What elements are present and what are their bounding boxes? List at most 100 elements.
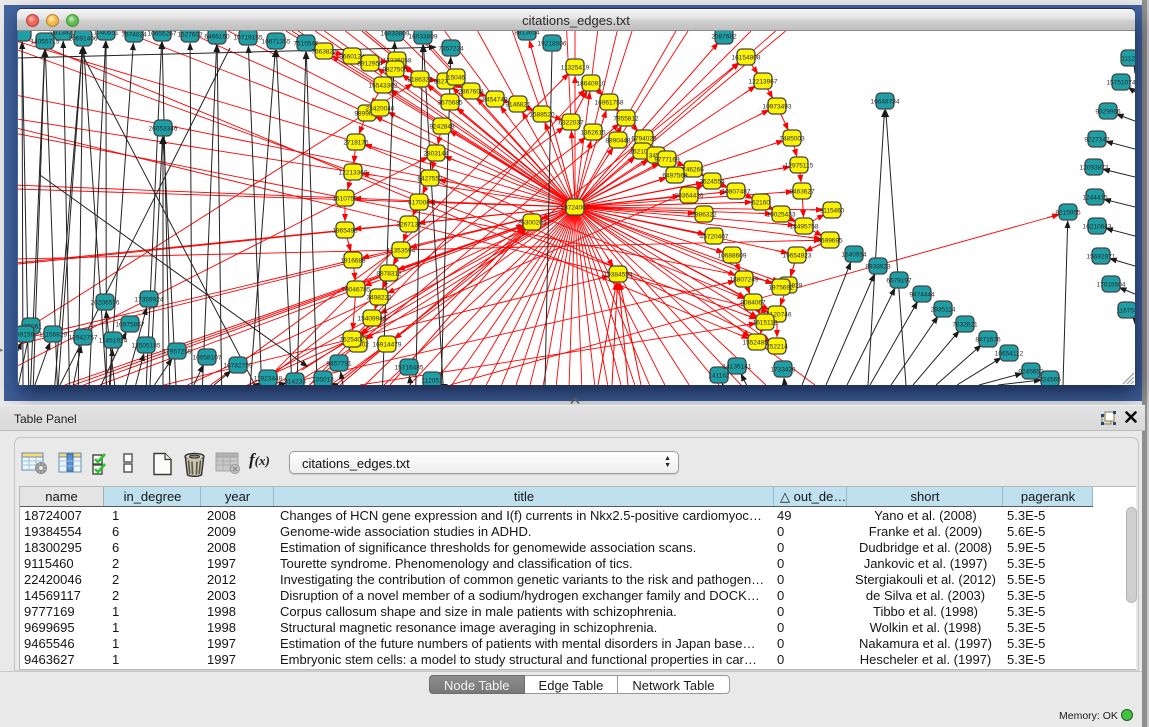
svg-text:1615112: 1615112 [753,319,778,326]
svg-text:25300203: 25300203 [518,219,547,226]
svg-text:7674024: 7674024 [121,31,147,38]
svg-text:10719155: 10719155 [234,34,263,41]
svg-text:18640910: 18640910 [577,80,606,87]
svg-text:15716485: 15716485 [395,364,424,371]
svg-text:12975115: 12975115 [785,162,814,169]
svg-text:10688609: 10688609 [718,252,747,259]
svg-text:9777169: 9777169 [654,156,680,163]
svg-text:6466160: 6466160 [204,33,230,40]
svg-text:914233: 914233 [284,378,306,385]
svg-text:7663822: 7663822 [311,48,337,55]
svg-text:8186323: 8186323 [407,76,433,83]
svg-text:16033809: 16033809 [409,33,438,40]
svg-text:12505185: 12505185 [132,342,161,349]
svg-text:16210643: 16210643 [1083,223,1112,230]
svg-text:7632621: 7632621 [952,321,978,328]
svg-text:3498222: 3498222 [366,294,392,301]
svg-text:18495758: 18495758 [790,223,819,230]
svg-text:10655267: 10655267 [148,31,177,37]
svg-text:9463627: 9463627 [789,188,815,195]
svg-text:16033809: 16033809 [381,31,410,37]
svg-text:141162: 141162 [708,372,730,379]
svg-text:16154808: 16154808 [732,54,761,61]
svg-text:1588520: 1588520 [529,111,555,118]
svg-text:11325419: 11325419 [561,64,590,71]
svg-text:7485003: 7485003 [779,135,805,142]
svg-text:9474444: 9474444 [909,291,935,298]
svg-text:12093872: 12093872 [1080,164,1109,171]
svg-text:252214: 252214 [766,343,788,350]
svg-text:7625402: 7625402 [339,336,365,343]
svg-text:18807249: 18807249 [730,276,759,283]
svg-text:16648784: 16648784 [871,98,900,105]
svg-text:8471676: 8471676 [975,336,1001,343]
svg-text:17359924: 17359924 [135,296,164,303]
svg-text:1527602: 1527602 [177,31,203,38]
svg-text:1733426: 1733426 [770,366,796,373]
svg-text:12942757: 12942757 [69,334,98,341]
svg-text:23420046: 23420046 [366,105,395,112]
svg-text:8938923: 8938923 [865,263,891,270]
svg-text:14136141: 14136141 [723,363,752,370]
svg-text:19218506: 19218506 [538,40,567,47]
svg-text:16671355: 16671355 [262,38,291,45]
svg-text:62160: 62160 [752,199,770,206]
svg-text:15692971: 15692971 [1087,253,1116,260]
svg-text:9329966: 9329966 [1095,108,1121,115]
svg-text:26053346: 26053346 [149,125,178,132]
svg-text:20206576: 20206576 [91,299,120,306]
svg-text:9115460: 9115460 [820,207,845,214]
svg-text:6794028: 6794028 [631,135,657,142]
svg-text:39159: 39159 [18,331,34,338]
svg-text:8427552: 8427552 [417,175,443,182]
svg-text:7357224: 7357224 [438,45,464,52]
svg-text:9245652: 9245652 [1018,368,1044,375]
svg-text:10807487: 10807487 [722,188,751,195]
svg-text:16543362: 16543362 [369,82,398,89]
svg-text:116753: 116753 [1116,307,1135,314]
svg-text:9457791: 9457791 [326,360,352,367]
svg-text:9242848: 9242848 [429,123,455,130]
svg-text:8990448: 8990448 [605,137,631,144]
svg-text:924565: 924565 [1039,376,1061,383]
svg-text:16914479: 16914479 [373,341,402,348]
svg-text:11923448: 11923448 [254,375,283,382]
svg-text:19654923: 19654923 [783,252,812,259]
svg-text:417006: 417006 [408,199,430,206]
svg-text:70046785: 70046785 [342,286,371,293]
svg-text:1916688: 1916688 [340,257,366,264]
svg-text:11123: 11123 [1121,55,1135,62]
svg-text:45720407: 45720407 [700,233,729,240]
svg-text:3624554: 3624554 [699,178,725,185]
svg-text:3267130: 3267130 [396,221,422,228]
svg-text:12213369: 12213369 [339,169,368,176]
svg-text:1965498: 1965498 [332,227,358,234]
svg-text:12213967: 12213967 [749,78,778,85]
svg-text:9227342: 9227342 [1084,136,1110,143]
svg-text:15751074: 15751074 [1107,79,1135,86]
svg-text:10654112: 10654112 [995,350,1024,357]
svg-text:2867608: 2867608 [458,88,484,95]
svg-text:1975692: 1975692 [768,284,794,291]
svg-text:19384554: 19384554 [604,271,633,278]
svg-text:8215955: 8215955 [1055,209,1081,216]
svg-text:9827505: 9827505 [382,66,408,73]
svg-text:10973493: 10973493 [763,103,792,110]
svg-text:3675685: 3675685 [437,99,463,106]
svg-text:8454749: 8454749 [482,96,508,103]
svg-text:1040551: 1040551 [93,31,119,36]
svg-text:2718176: 2718176 [343,139,369,146]
svg-text:11451914: 11451914 [99,337,128,344]
svg-text:20364436: 20364436 [675,192,704,199]
svg-text:18724007: 18724007 [561,204,590,211]
svg-text:10958107: 10958107 [193,354,222,361]
svg-text:10975867: 10975867 [116,321,145,328]
svg-text:6497568: 6497568 [662,172,688,179]
svg-text:105013: 105013 [312,376,334,383]
svg-text:8813054: 8813054 [514,31,540,36]
svg-text:1610755: 1610755 [332,195,358,202]
svg-text:6322037: 6322037 [558,119,584,126]
svg-text:2803144: 2803144 [423,150,449,157]
svg-text:17016504: 17016504 [1097,281,1126,288]
svg-text:6679197: 6679197 [886,277,912,284]
